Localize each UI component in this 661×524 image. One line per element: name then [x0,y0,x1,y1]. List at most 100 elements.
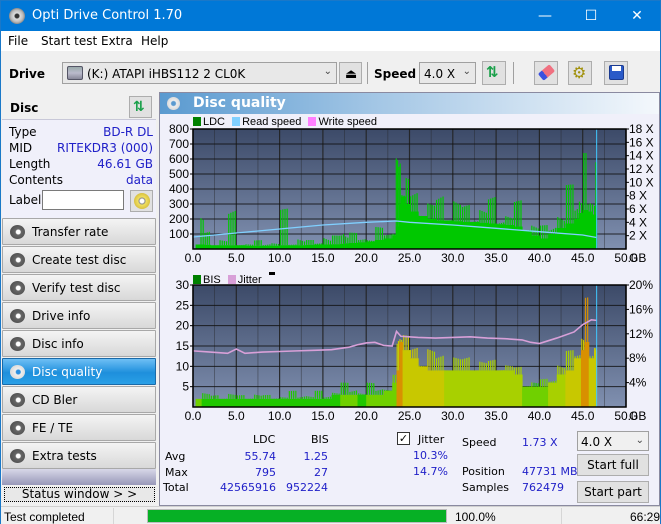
bar-spike [338,393,340,395]
bis-chart: 0.0 5.0 10.0 15.0 20.0 25.0 30.0 35.0 40.0 45.0 50… [176,278,654,423]
bar-spike [284,208,286,246]
bar-spike [466,205,468,222]
settings-button[interactable]: ⚙ [568,61,592,85]
bar-spike [202,219,204,245]
y-tick-label: 600 [169,152,189,166]
bar-spike [362,393,364,395]
bar-spike [516,201,518,227]
bar-base [405,204,410,249]
bar-base [530,235,540,249]
x-tick-label: 5.0 [228,251,245,265]
bar-spike [375,226,377,240]
bar-spike [200,218,202,245]
bar-spike [455,358,457,371]
avg-label: Avg [165,450,186,463]
bar-base [374,240,385,249]
nav-extra-tests[interactable]: Extra tests [2,442,156,469]
nav-drive-info[interactable]: Drive info [2,302,156,329]
bar-spike [342,234,345,244]
left-panel: Disc ⇅ Type BD-R DL MID RITEKDR3 (000) L… [1,92,158,506]
x-tick-label: 45.0 [571,251,595,265]
maximize-button[interactable]: ☐ [568,1,614,31]
bar-spike [299,240,301,246]
bar-spike [245,244,247,246]
close-button[interactable]: ✕ [614,1,660,31]
erase-button[interactable] [534,61,558,85]
bar-spike [544,378,546,387]
menu-extra[interactable]: Extra [101,34,133,48]
disc-label-input[interactable] [42,190,124,210]
bar-spike [325,397,327,399]
y2-tick-label: 12 X [629,162,654,176]
drive-select[interactable]: (K:) ATAPI iHBS112 2 CL0K ⌄ [62,62,337,84]
refresh-button[interactable]: ⇅ [482,61,506,85]
bar-spike [206,393,208,399]
bar-spike [384,389,386,391]
bar-spike [518,367,520,375]
transfer-rate-icon [10,225,25,239]
bar-spike [574,210,576,219]
bar-spike [513,201,516,227]
bar-spike [468,205,470,222]
nav-disc-info[interactable]: Disc info [2,330,156,357]
jitter-label: Jitter [418,433,445,446]
disc-mid-row: MID RITEKDR3 (000) [9,141,153,157]
menu-help[interactable]: Help [141,34,168,48]
start-part-button[interactable]: Start part [577,481,649,503]
test-speed-select[interactable]: 4.0 X ⌄ [577,431,649,451]
save-button[interactable] [604,61,628,85]
disc-mid-value: RITEKDR3 (000) [57,141,153,155]
samples-value: 762479 [522,481,564,494]
menu-start-test[interactable]: Start test [41,34,97,48]
bar-spike [360,393,362,395]
bar-spike [435,199,438,221]
y-tick-label: 25 [176,298,190,312]
bar-spike [511,366,513,371]
speed-label: Speed [374,67,417,81]
nav-label: Disc quality [32,365,103,379]
jitter-checkbox[interactable]: ✓ [397,432,410,445]
menu-file[interactable]: File [8,34,28,48]
disc-label-button[interactable] [130,190,153,212]
bar-spike [591,204,594,215]
disc-length-value: 46.61 GB [97,157,153,171]
bar-spike [282,209,284,246]
bar-spike [429,204,431,219]
bar-spike [323,397,325,399]
nav-create-test-disc[interactable]: Create test disc [2,246,156,273]
position-value: 47731 MB [522,465,578,478]
bar-spike [509,366,511,371]
bar-spike [511,218,513,225]
speed-select[interactable]: 4.0 X ⌄ [419,62,476,84]
nav-verify-test-disc[interactable]: Verify test disc [2,274,156,301]
status-window-button[interactable]: Status window > > [4,487,155,502]
bar-spike [230,394,232,399]
bar-spike [403,195,405,197]
status-bar: Test completed 100.0% 66:29 ⋰ [1,506,660,524]
eject-button[interactable]: ⏏ [339,62,362,84]
bar-base [253,398,263,407]
resize-grip-icon[interactable]: ⋰ [650,514,658,523]
bar-spike [394,234,396,236]
bar-base [487,370,497,407]
bar-base [548,234,558,249]
y-tick-label: 10 [176,359,190,373]
bar-spike [407,178,410,204]
nav-fe-te[interactable]: FE / TE [2,414,156,441]
bar-spike [485,212,487,223]
bar-spike [529,386,531,387]
disc-refresh-button[interactable]: ⇅ [129,96,152,118]
nav-disc-quality[interactable]: Disc quality [2,358,156,385]
bar-spike [256,240,258,246]
nav-transfer-rate[interactable]: Transfer rate [2,218,156,245]
bar-spike [303,396,306,399]
y-tick-label: 500 [169,167,189,181]
bar-spike [238,395,241,399]
nav-cd-bler[interactable]: CD Bler [2,386,156,413]
y2-tick-label: 16 X [629,135,654,149]
minimize-btn[interactable]: — [522,1,568,31]
stats-area: LDC BIS Avg 55.74 1.25 Max 795 27 Total … [160,431,659,505]
bar-spike [461,206,464,222]
start-full-button[interactable]: Start full [577,454,649,476]
bar-spike [334,393,336,395]
